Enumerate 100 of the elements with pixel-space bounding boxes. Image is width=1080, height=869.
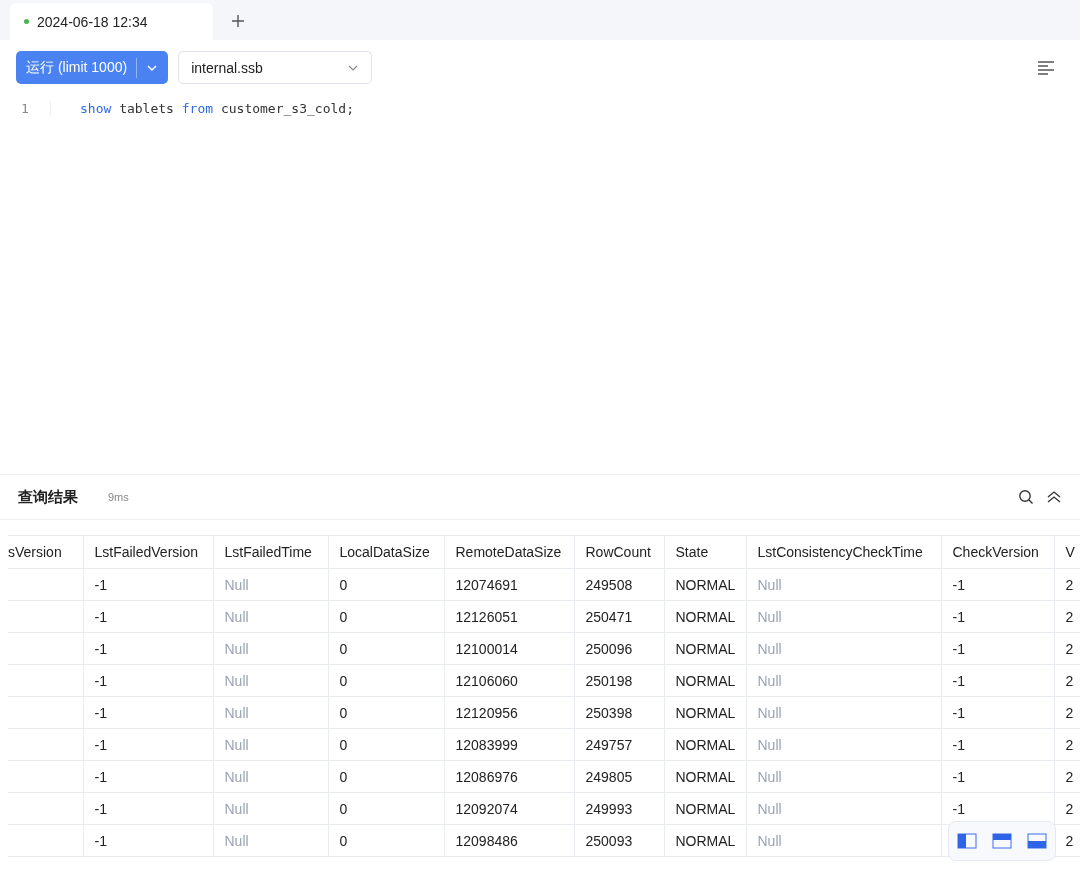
table-cell: 12086976 [455, 768, 518, 785]
table-cell: 250096 [585, 640, 633, 657]
table-cell: 0 [339, 832, 348, 849]
layout-bottom-icon[interactable] [1027, 833, 1048, 849]
table-cell: 12083999 [455, 736, 518, 753]
database-select[interactable]: internal.ssb [178, 51, 373, 84]
table-cell: Null [224, 704, 249, 721]
add-tab-icon[interactable] [231, 14, 245, 28]
table-cell: 2 [1065, 832, 1074, 849]
chevron-down-icon [347, 63, 360, 72]
table-cell: NORMAL [675, 704, 736, 721]
table-cell: -1 [952, 608, 965, 625]
table-cell: 250398 [585, 704, 633, 721]
column-header: sVersion [8, 544, 62, 560]
table-cell: 2 [1065, 608, 1074, 625]
layout-top-icon[interactable] [992, 833, 1012, 849]
table-cell: 249757 [585, 736, 633, 753]
table-cell: 0 [339, 640, 348, 657]
table-cell: NORMAL [675, 832, 736, 849]
table-cell: Null [224, 672, 249, 689]
table-cell: 0 [339, 704, 348, 721]
collapse-icon[interactable] [1046, 490, 1062, 504]
table-cell: 0 [339, 736, 348, 753]
table-cell: 2 [1065, 576, 1074, 593]
column-header: State [675, 544, 709, 560]
table-cell: 12100014 [455, 640, 518, 657]
table-cell: 0 [339, 672, 348, 689]
table-cell: 12126051 [455, 608, 518, 625]
table-cell: Null [757, 672, 782, 689]
menu-icon[interactable] [1038, 60, 1054, 75]
table-cell: -1 [952, 800, 965, 817]
column-header: RemoteDataSize [455, 544, 562, 560]
line-number: 1 [0, 100, 51, 116]
table-cell: -1 [94, 768, 107, 785]
column-header: LstFailedVersion [94, 544, 198, 560]
table-cell: 249993 [585, 800, 633, 817]
table-cell: NORMAL [675, 768, 736, 785]
table-cell: -1 [952, 736, 965, 753]
table-cell: 249508 [585, 576, 633, 593]
table-cell: 2 [1065, 704, 1074, 721]
editor-tab[interactable]: 2024-06-18 12:34 [10, 3, 213, 40]
table-cell: Null [757, 768, 782, 785]
table-cell: 12074691 [455, 576, 518, 593]
table-cell: -1 [94, 672, 107, 689]
table-cell: 12106060 [455, 672, 518, 689]
table-cell: 0 [339, 768, 348, 785]
table-cell: Null [224, 640, 249, 657]
table-cell: Null [757, 704, 782, 721]
table-cell: -1 [94, 736, 107, 753]
table-cell: Null [757, 800, 782, 817]
column-header: LstConsistencyCheckTime [757, 544, 923, 560]
table-cell: 12092074 [455, 800, 518, 817]
table-cell: 250471 [585, 608, 633, 625]
run-button[interactable]: 运行 (limit 1000) [16, 51, 169, 84]
code-line: show tablets from customer_s3_cold; [79, 100, 354, 116]
table-cell: -1 [94, 576, 107, 593]
table-cell: Null [224, 832, 249, 849]
table-cell: NORMAL [675, 576, 736, 593]
table-cell: Null [757, 576, 782, 593]
table-cell: Null [757, 640, 782, 657]
column-header: CheckVersion [952, 544, 1039, 560]
status-dot-icon [24, 19, 29, 24]
table-cell: Null [224, 768, 249, 785]
layout-left-icon[interactable] [956, 833, 977, 849]
table-cell: NORMAL [675, 800, 736, 817]
table-cell: NORMAL [675, 736, 736, 753]
table-cell: Null [224, 576, 249, 593]
table-cell: Null [757, 832, 782, 849]
table-cell: -1 [952, 672, 965, 689]
table-cell: -1 [952, 768, 965, 785]
table-cell: 2 [1065, 800, 1074, 817]
query-duration: 9ms [108, 491, 129, 503]
column-header: V [1065, 544, 1075, 560]
table-cell: 250198 [585, 672, 633, 689]
table-cell: NORMAL [675, 672, 736, 689]
table-cell: 250093 [585, 832, 633, 849]
table-cell: 2 [1065, 768, 1074, 785]
table-cell: -1 [952, 704, 965, 721]
column-header: LstFailedTime [224, 544, 312, 560]
table-cell: 12098486 [455, 832, 518, 849]
table-cell: 2 [1065, 640, 1074, 657]
table-cell: -1 [952, 640, 965, 657]
table-cell: 0 [339, 576, 348, 593]
table-cell: Null [224, 736, 249, 753]
table-cell: 249805 [585, 768, 633, 785]
table-cell: NORMAL [675, 608, 736, 625]
table-cell: Null [757, 736, 782, 753]
table-cell: -1 [94, 608, 107, 625]
search-icon[interactable] [1018, 489, 1034, 505]
table-cell: Null [224, 800, 249, 817]
table-cell: -1 [94, 640, 107, 657]
table-cell: NORMAL [675, 640, 736, 657]
table-cell: Null [757, 608, 782, 625]
column-header: LocalDataSize [339, 544, 430, 560]
table-cell: -1 [94, 704, 107, 721]
chevron-down-icon[interactable] [146, 63, 159, 72]
table-cell: 2 [1065, 672, 1074, 689]
table-cell: -1 [94, 800, 107, 817]
table-cell: -1 [952, 576, 965, 593]
table-cell: 0 [339, 608, 348, 625]
